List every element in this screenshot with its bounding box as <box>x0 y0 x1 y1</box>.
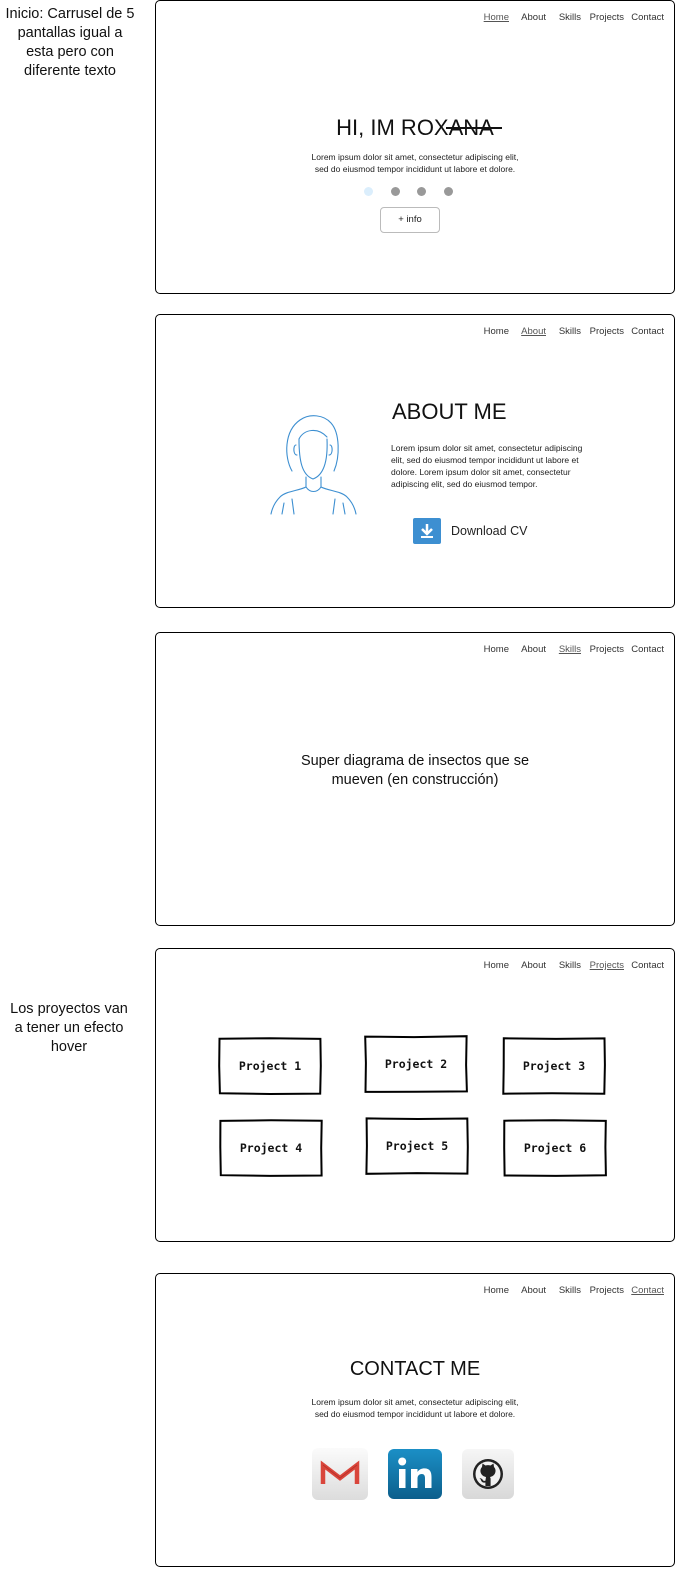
nav-home[interactable]: Home <box>484 960 509 971</box>
download-icon[interactable] <box>413 518 441 544</box>
project-card-3[interactable]: Project 3 <box>502 1037 606 1095</box>
project-5-label: Project 5 <box>385 1139 449 1153</box>
nav-skills[interactable]: Skills <box>559 644 581 655</box>
carousel-dot-2[interactable] <box>391 187 400 196</box>
home-lorem-1: Lorem ipsum dolor sit amet, consectetur … <box>311 152 519 162</box>
carousel-note-text: Inicio: Carrusel de 5 pantallas igual a … <box>5 6 135 79</box>
contact-screen: Home About Skills Projects Contact CONTA… <box>155 1273 675 1567</box>
nav-home[interactable]: Home <box>484 326 509 337</box>
nav-contact[interactable]: Contact <box>631 12 664 23</box>
nav-about[interactable]: About <box>521 326 546 337</box>
nav-skills[interactable]: Skills <box>559 326 581 337</box>
nav-skills[interactable]: Skills <box>559 1285 581 1296</box>
nav-skills[interactable]: Skills <box>559 12 581 23</box>
skills-screen: Home About Skills Projects Contact Super… <box>155 632 675 926</box>
nav-contact[interactable]: Contact <box>631 1285 664 1296</box>
skills-placeholder-text: Super diagrama de insectos que se mueven… <box>156 752 674 790</box>
contact-lorem-2: sed do eiusmod tempor incididunt ut labo… <box>314 1409 516 1419</box>
avatar-icon <box>270 415 357 515</box>
nav-about[interactable]: About <box>521 960 546 971</box>
project-card-2[interactable]: Project 2 <box>364 1035 468 1093</box>
home-screen: Home About Skills Projects Contact HI, I… <box>155 0 675 294</box>
info-button[interactable]: + info <box>380 207 440 233</box>
carousel-dot-1[interactable] <box>364 187 373 196</box>
nav-projects[interactable]: Projects <box>590 12 624 23</box>
title-strike-line <box>446 127 502 129</box>
carousel-note: Inicio: Carrusel de 5 pantallas igual a … <box>2 5 138 81</box>
nav-contact[interactable]: Contact <box>631 960 664 971</box>
nav-about[interactable]: About <box>521 644 546 655</box>
project-2-label: Project 2 <box>384 1057 448 1071</box>
linkedin-icon[interactable] <box>388 1449 442 1499</box>
contact-title: CONTACT ME <box>349 1358 481 1380</box>
projects-screen: Home About Skills Projects Contact Proje… <box>155 948 675 1242</box>
project-card-5[interactable]: Project 5 <box>365 1117 469 1175</box>
gmail-icon[interactable] <box>312 1448 368 1500</box>
carousel-dot-4[interactable] <box>444 187 453 196</box>
nav-contact[interactable]: Contact <box>631 326 664 337</box>
nav-home[interactable]: Home <box>484 1285 509 1296</box>
projects-hover-note: Los proyectos van a tener un efecto hove… <box>10 1000 128 1057</box>
home-lorem-2: sed do eiusmod tempor incididunt ut labo… <box>314 164 516 174</box>
skills-line-1: Super diagrama de insectos que se <box>300 753 530 769</box>
project-card-4[interactable]: Project 4 <box>219 1119 323 1177</box>
nav-about[interactable]: About <box>521 1285 546 1296</box>
about-screen: Home About Skills Projects Contact ABOUT… <box>155 314 675 608</box>
project-1-label: Project 1 <box>238 1059 302 1073</box>
project-card-6[interactable]: Project 6 <box>503 1119 607 1177</box>
project-card-1[interactable]: Project 1 <box>218 1037 322 1095</box>
carousel-dot-3[interactable] <box>417 187 426 196</box>
nav-projects[interactable]: Projects <box>590 1285 624 1296</box>
download-cv-link[interactable]: Download CV <box>451 524 527 538</box>
github-icon[interactable] <box>462 1449 514 1499</box>
project-6-label: Project 6 <box>523 1141 587 1155</box>
nav-about[interactable]: About <box>521 12 546 23</box>
projects-hover-note-text: Los proyectos van a tener un efecto hove… <box>10 1001 128 1055</box>
nav-skills[interactable]: Skills <box>559 960 581 971</box>
nav-projects[interactable]: Projects <box>590 644 624 655</box>
nav-home[interactable]: Home <box>484 12 509 23</box>
home-title: HI, IM ROXANA <box>336 115 494 140</box>
nav-contact[interactable]: Contact <box>631 644 664 655</box>
about-text: Lorem ipsum dolor sit amet, consectetur … <box>391 443 583 489</box>
nav-projects[interactable]: Projects <box>590 326 624 337</box>
skills-line-2: mueven (en construcción) <box>331 772 499 788</box>
project-4-label: Project 4 <box>239 1141 303 1155</box>
about-title: ABOUT ME <box>392 399 507 424</box>
contact-lorem-1: Lorem ipsum dolor sit amet, consectetur … <box>311 1397 519 1407</box>
nav-projects[interactable]: Projects <box>590 960 624 971</box>
project-3-label: Project 3 <box>522 1059 586 1073</box>
nav-home[interactable]: Home <box>484 644 509 655</box>
